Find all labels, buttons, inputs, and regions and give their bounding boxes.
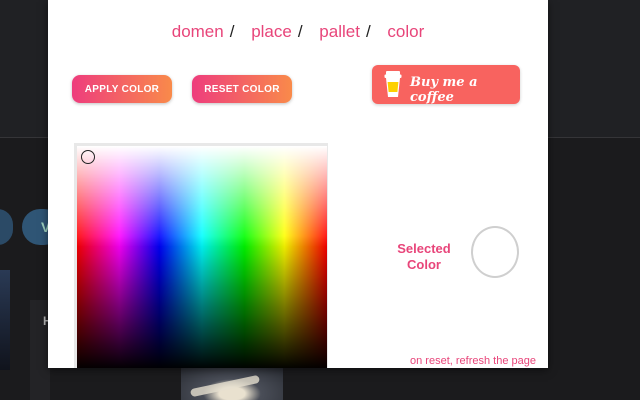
buy-me-a-coffee-button[interactable]: Buy me a coffee [372, 65, 520, 105]
selected-color-label-line2: Color [407, 257, 441, 272]
breadcrumb-separator: / [297, 22, 303, 41]
breadcrumb-domen[interactable]: domen [172, 22, 224, 41]
selected-color-label: Selected Color [384, 241, 464, 273]
apply-color-button[interactable]: APPLY COLOR [72, 75, 172, 103]
selected-color-label-line1: Selected [397, 241, 451, 256]
color-picker [74, 143, 328, 368]
reset-note: on reset, refresh the page [410, 355, 536, 367]
background-thumbnail-left [0, 270, 10, 370]
picker-handle[interactable] [81, 150, 95, 164]
breadcrumb-separator: / [229, 22, 235, 41]
breadcrumb: domen / place / pallet / color [48, 22, 548, 42]
coffee-label: Buy me a coffee [410, 75, 478, 105]
breadcrumb-place[interactable]: place [251, 22, 292, 41]
breadcrumb-color[interactable]: color [387, 22, 424, 41]
coffee-cup-icon [384, 71, 402, 97]
selected-color-swatch [471, 226, 519, 278]
reset-color-button[interactable]: RESET COLOR [192, 75, 292, 103]
color-picker-popup: domen / place / pallet / color APPLY COLOR … [48, 0, 548, 368]
breadcrumb-pallet[interactable]: pallet [319, 22, 360, 41]
color-spectrum[interactable] [77, 146, 327, 368]
breadcrumb-separator: / [365, 22, 371, 41]
